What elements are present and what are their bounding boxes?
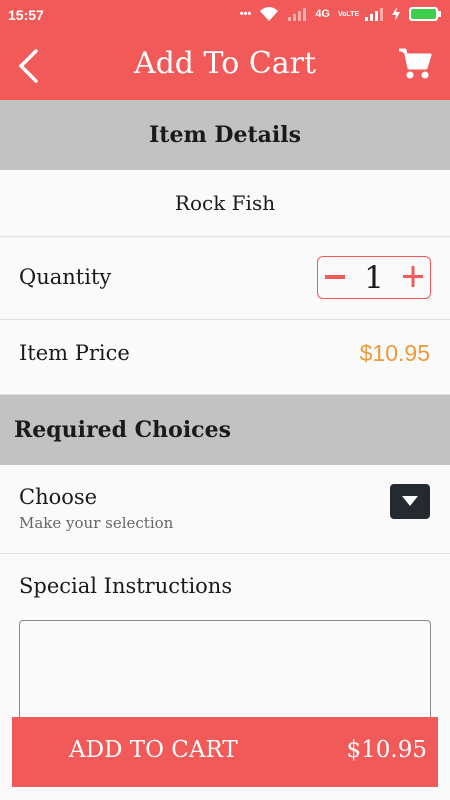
choose-label: Choose xyxy=(19,485,98,509)
price-row: Item Price $10.95 xyxy=(0,320,450,395)
cart-button[interactable] xyxy=(398,48,432,80)
item-name: Rock Fish xyxy=(0,170,450,237)
quantity-row: Quantity 1 xyxy=(0,237,450,320)
item-price: $10.95 xyxy=(359,340,430,366)
choice-dropdown-button[interactable] xyxy=(390,484,430,519)
status-time: 15:57 xyxy=(8,7,44,23)
plus-icon xyxy=(403,266,423,287)
cart-total: $10.95 xyxy=(346,737,427,763)
status-icons: ••• 4G VoLTE xyxy=(240,6,442,22)
more-dots-icon: ••• xyxy=(239,8,252,20)
volte-badge: VoLTE xyxy=(338,10,360,18)
status-bar: 15:57 ••• 4G VoLTE xyxy=(0,0,450,30)
special-instructions-input[interactable] xyxy=(19,620,431,730)
caret-down-icon xyxy=(402,496,418,506)
battery-icon xyxy=(409,7,441,21)
quantity-stepper: 1 xyxy=(317,256,431,299)
page-title: Add To Cart xyxy=(133,46,317,81)
add-to-cart-button[interactable]: ADD TO CART $10.95 xyxy=(12,717,438,787)
price-label: Item Price xyxy=(19,341,130,365)
choice-row[interactable]: Choose Make your selection xyxy=(0,465,450,554)
wifi-icon xyxy=(260,7,279,21)
minus-icon xyxy=(325,275,345,279)
decrement-button[interactable] xyxy=(320,257,354,297)
choose-placeholder: Make your selection xyxy=(19,514,174,532)
app-bar: Add To Cart xyxy=(0,30,450,100)
signal-icon-2 xyxy=(365,8,383,21)
special-instructions-label: Special Instructions xyxy=(19,574,233,598)
quantity-label: Quantity xyxy=(19,265,112,289)
network-type: 4G xyxy=(315,8,330,20)
quantity-value: 1 xyxy=(364,260,384,296)
add-to-cart-label: ADD TO CART xyxy=(69,737,238,763)
signal-icon xyxy=(288,8,307,21)
charging-icon xyxy=(392,7,400,21)
item-details-heading: Item Details xyxy=(0,100,450,170)
cart-icon xyxy=(399,48,432,79)
increment-button[interactable] xyxy=(394,257,428,297)
required-choices-heading: Required Choices xyxy=(0,395,450,465)
